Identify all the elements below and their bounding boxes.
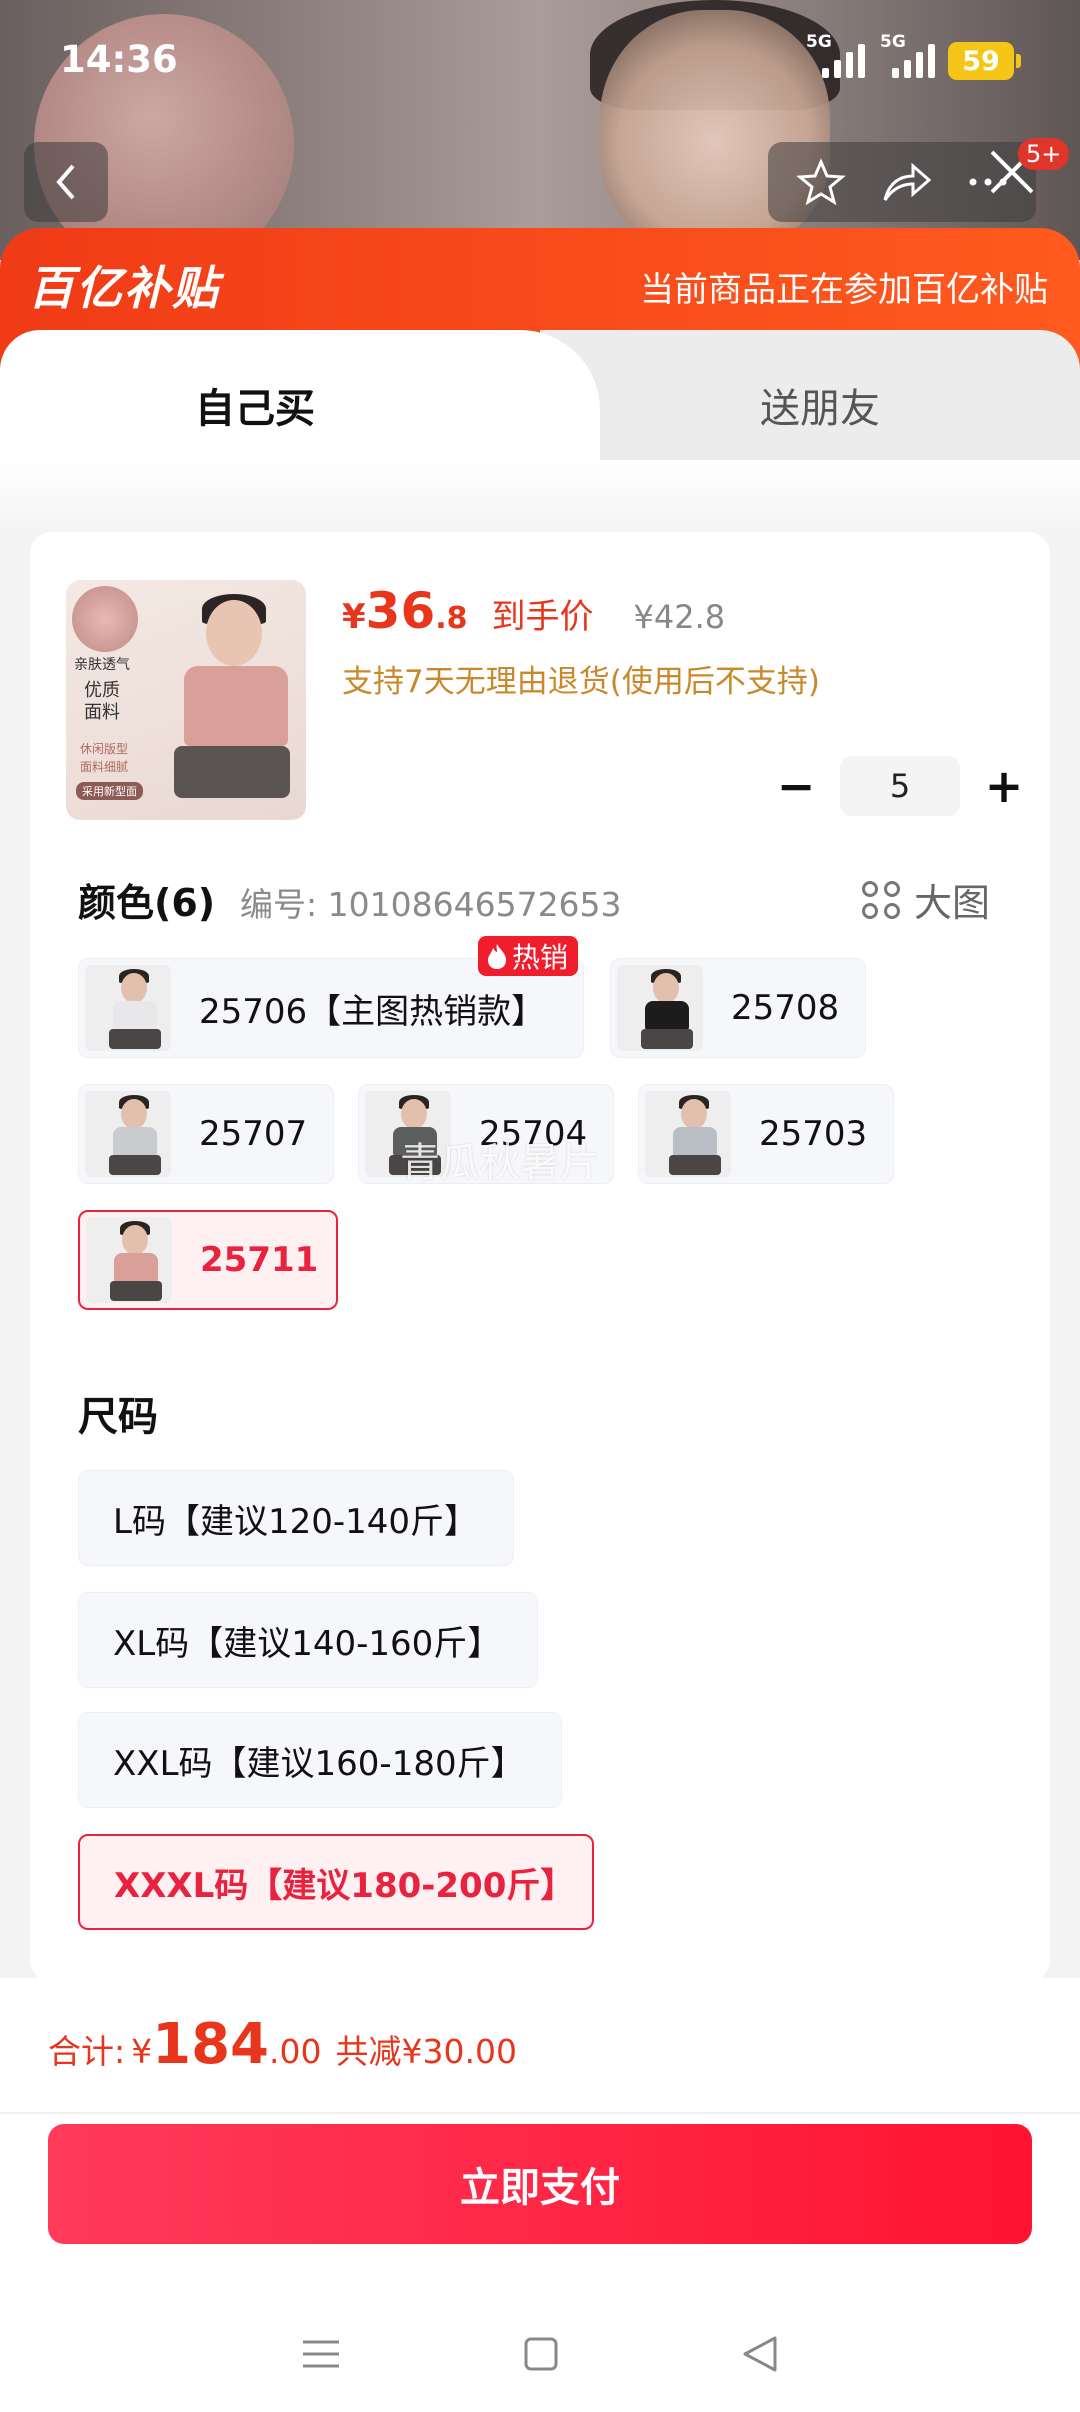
total-label: 合计: <box>48 2032 126 2071</box>
big-picture-label: 大图 <box>914 881 991 925</box>
thumb-text-3a: 休闲版型 <box>80 742 129 756</box>
thumb-fabric <box>72 586 138 652</box>
total-decimal: .00 <box>269 2032 322 2071</box>
size-option-xxxl[interactable]: XXXL码【建议180-200斤】 <box>78 1834 594 1930</box>
color-option-label: 25703 <box>759 1114 868 1154</box>
return-policy-note: 支持7天无理由退货(使用后不支持) <box>342 664 820 700</box>
total-row: 合计: ¥ 184 .00 共减¥30.00 <box>48 2012 517 2077</box>
price-currency: ¥ <box>342 597 366 637</box>
price-integer: 36 <box>365 582 436 640</box>
thumb-text-1: 亲肤透气 <box>74 657 130 673</box>
network-label-1: 5G <box>806 32 832 52</box>
thumb-text-2: 优质 面料 <box>84 680 120 724</box>
footer-divider <box>0 2112 1080 2114</box>
price-label: 到手价 <box>491 597 594 637</box>
color-option-label: 25708 <box>731 988 840 1028</box>
sku-number: 编号: 10108646572653 <box>240 885 622 924</box>
status-bar: 14:36 5G 5G 59 <box>0 0 1080 120</box>
size-option-label: XXXL码【建议180-200斤】 <box>114 1865 575 1906</box>
original-price: ¥42.8 <box>633 598 726 636</box>
quantity-plus-button[interactable]: + <box>978 759 1030 813</box>
size-section-title: 尺码 <box>78 1394 158 1440</box>
thumb-text-3b: 面料细腻 <box>80 760 129 774</box>
status-time: 14:36 <box>60 38 178 81</box>
hot-sale-tag: 热销 <box>478 936 579 976</box>
back-button[interactable] <box>24 142 108 222</box>
size-option-label: L码【建议120-140斤】 <box>113 1501 479 1542</box>
pay-now-button[interactable]: 立即支付 <box>48 2124 1032 2244</box>
back-triangle-icon[interactable] <box>741 2335 779 2373</box>
size-option-xxl[interactable]: XXL码【建议160-180斤】 <box>78 1712 562 1808</box>
purchase-tabs: 自己买 送朋友 <box>0 330 1080 490</box>
back-icon <box>56 164 75 200</box>
quantity-stepper: − 5 + <box>770 756 1030 816</box>
product-thumbnail[interactable]: 亲肤透气 优质 面料 休闲版型面料细腻 采用新型面 <box>66 580 306 820</box>
big-picture-button[interactable]: 大图 <box>862 872 990 927</box>
thumb-head <box>206 600 262 666</box>
thumb-shirt <box>184 666 288 746</box>
quantity-minus-button[interactable]: − <box>770 759 822 813</box>
quantity-input[interactable]: 5 <box>840 756 960 816</box>
menu-icon[interactable] <box>301 2334 341 2374</box>
size-option-xl[interactable]: XL码【建议140-160斤】 <box>78 1592 538 1688</box>
thumb-text-4: 采用新型面 <box>76 782 143 800</box>
thumb-text-3: 休闲版型 面料细腻 <box>80 740 128 776</box>
subsidy-logo: 百亿补贴 <box>28 261 220 315</box>
network-label-2: 5G <box>880 32 906 52</box>
battery-level: 59 <box>962 45 1000 77</box>
price-row: ¥ 36 .8 到手价 ¥42.8 <box>342 582 725 640</box>
color-section-title: 颜色(6) <box>78 881 216 925</box>
price-decimal: .8 <box>435 601 468 636</box>
watermark-text: 青瓜秋暑片 <box>400 1140 600 1186</box>
color-option-image <box>85 965 171 1051</box>
share-icon[interactable] <box>881 160 933 204</box>
total-savings: 共减¥30.00 <box>335 2032 517 2071</box>
color-option-image <box>86 1217 172 1303</box>
subsidy-note: 当前商品正在参加百亿补贴 <box>640 270 1048 310</box>
size-option-label: XXL码【建议160-180斤】 <box>113 1743 525 1784</box>
star-icon[interactable] <box>795 157 846 207</box>
size-option-label: XL码【建议140-160斤】 <box>113 1623 502 1664</box>
total-currency: ¥ <box>131 2032 153 2071</box>
color-option-image <box>645 1091 731 1177</box>
color-option-label: 25707 <box>199 1114 308 1154</box>
color-option-image <box>85 1091 171 1177</box>
color-option-label: 25706【主图热销款】 <box>199 991 546 1032</box>
battery-indicator: 59 <box>948 42 1021 80</box>
hot-sale-label: 热销 <box>512 941 569 974</box>
color-option-25708[interactable]: 25708 <box>610 958 866 1058</box>
tab-send-to-friend[interactable]: 送朋友 <box>760 376 880 434</box>
color-option-label: 25711 <box>200 1240 319 1280</box>
color-option-25707[interactable]: 25707 <box>78 1084 334 1184</box>
thumb-shorts <box>174 746 290 798</box>
size-option-l[interactable]: L码【建议120-140斤】 <box>78 1470 514 1566</box>
color-option-25703[interactable]: 25703 <box>638 1084 894 1184</box>
system-nav-bar <box>0 2296 1080 2412</box>
grid-icon <box>862 880 900 919</box>
total-integer: 184 <box>152 2012 270 2077</box>
home-icon[interactable] <box>523 2336 559 2372</box>
tab-buy-for-self[interactable]: 自己买 <box>195 376 315 434</box>
fire-icon <box>488 944 506 969</box>
color-option-image <box>617 965 703 1051</box>
thumb-text-2a: 优质 <box>84 680 120 701</box>
thumb-text-2b: 面料 <box>84 702 120 723</box>
notification-badge: 5+ <box>1018 138 1070 170</box>
color-option-25711[interactable]: 25711 <box>78 1210 338 1310</box>
